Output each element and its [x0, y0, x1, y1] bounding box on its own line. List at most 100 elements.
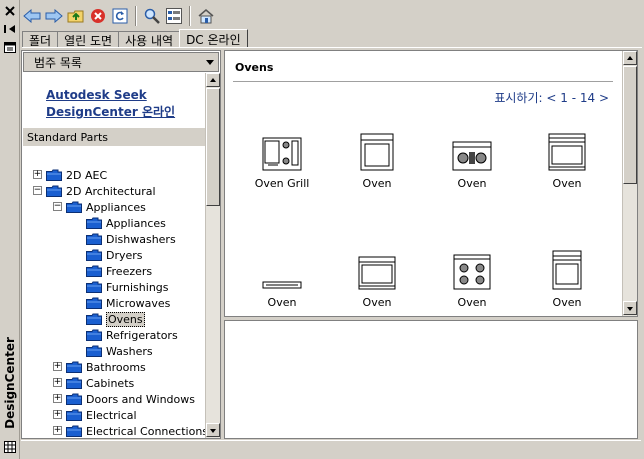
folder-icon	[66, 201, 82, 213]
tree-item[interactable]: Microwaves	[86, 295, 170, 311]
content-title: Ovens	[235, 61, 274, 74]
oven-burners-icon	[433, 246, 511, 290]
expand-icon[interactable]: +	[53, 362, 62, 371]
tree-item[interactable]: + Cabinets	[53, 375, 134, 391]
page-indicator: 표시하기: < 1 - 14 >	[494, 91, 609, 105]
preview-pane	[224, 320, 638, 439]
title-divider	[233, 81, 613, 82]
designcenter-online-link[interactable]: DesignCenter 온라인	[46, 104, 175, 121]
reload-icon[interactable]	[110, 6, 130, 26]
scroll-up-button[interactable]	[623, 51, 637, 65]
tree-item-label: Ovens	[106, 311, 145, 327]
status-bar	[21, 440, 641, 457]
close-icon[interactable]	[2, 4, 18, 18]
collapse-icon[interactable]: −	[53, 202, 62, 211]
content-item[interactable]: Oven	[338, 127, 416, 190]
tab-open-drawings[interactable]: 열린 도면	[57, 31, 120, 48]
content-item[interactable]: Oven Grill	[243, 127, 321, 190]
tree-item[interactable]: + Bathrooms	[53, 359, 146, 375]
tree-item[interactable]: − 2D Architectural	[33, 183, 156, 199]
tree-item-label: Electrical	[86, 408, 137, 422]
tree-item[interactable]: + Electrical Connections	[53, 423, 208, 439]
stop-icon[interactable]	[88, 6, 108, 26]
scroll-down-button[interactable]	[623, 301, 637, 315]
tree-item[interactable]: + Electrical	[53, 407, 137, 423]
content-item[interactable]: Oven	[433, 246, 511, 309]
folder-icon	[46, 169, 62, 181]
properties-icon[interactable]	[2, 40, 18, 54]
content-item[interactable]: Oven	[338, 246, 416, 309]
collapse-icon[interactable]: −	[33, 186, 42, 195]
folder-icon	[86, 265, 102, 277]
folder-icon	[46, 185, 62, 197]
content-item[interactable]: Oven	[243, 246, 321, 309]
content-scrollbar[interactable]	[622, 51, 637, 316]
content-item[interactable]: Oven	[433, 127, 511, 190]
oven-tall-icon	[528, 246, 606, 290]
toolbar-separator	[135, 6, 137, 26]
oven-panel-icon	[338, 246, 416, 290]
scroll-thumb[interactable]	[623, 66, 637, 184]
folder-icon	[66, 393, 82, 405]
content-panel: Ovens 표시하기: < 1 - 14 > Oven Grill Oven O…	[224, 50, 638, 317]
content-item[interactable]: Oven	[528, 246, 606, 309]
tree-item-label: 2D AEC	[66, 168, 108, 182]
arrow-left-icon[interactable]	[22, 6, 42, 26]
expand-icon[interactable]: +	[53, 426, 62, 435]
tree-item-label: Furnishings	[106, 280, 169, 294]
home-icon[interactable]	[196, 6, 216, 26]
grid-icon[interactable]	[2, 440, 18, 454]
folder-icon	[86, 329, 102, 341]
arrow-right-icon[interactable]	[44, 6, 64, 26]
tree-view-icon[interactable]	[164, 6, 184, 26]
tree-item-label: 2D Architectural	[66, 184, 156, 198]
oven-slim-icon	[243, 246, 321, 290]
tree-item[interactable]: − Appliances	[53, 199, 146, 215]
tree-item[interactable]: Freezers	[86, 263, 152, 279]
tab-dc-online[interactable]: DC 온라인	[179, 29, 248, 48]
folder-up-icon[interactable]	[66, 6, 86, 26]
oven-cooktop-icon	[433, 127, 511, 171]
tree-item[interactable]: Furnishings	[86, 279, 169, 295]
tree-item[interactable]: Refrigerators	[86, 327, 178, 343]
expand-icon[interactable]: +	[53, 378, 62, 387]
tree-item[interactable]: Washers	[86, 343, 153, 359]
autodesk-seek-link[interactable]: Autodesk Seek	[46, 87, 175, 104]
tree-item-label: Appliances	[86, 200, 146, 214]
scroll-up-button[interactable]	[206, 73, 220, 87]
folder-icon	[86, 233, 102, 245]
category-dropdown[interactable]: 범주 목록	[23, 52, 219, 72]
tree-item[interactable]: +2D AEC	[33, 167, 108, 183]
tree-item[interactable]: Appliances	[86, 215, 166, 231]
tree-item-label: Refrigerators	[106, 328, 178, 342]
folder-icon	[66, 425, 82, 437]
scroll-down-button[interactable]	[206, 423, 220, 437]
tree-scrollbar[interactable]	[205, 73, 220, 438]
auto-hide-icon[interactable]	[2, 22, 18, 36]
oven-range-icon	[528, 127, 606, 171]
tree-item[interactable]: + Doors and Windows	[53, 391, 195, 407]
expand-icon[interactable]: +	[53, 410, 62, 419]
folder-icon	[66, 377, 82, 389]
tree-item-label: Freezers	[106, 264, 153, 278]
content-item[interactable]: Oven	[528, 127, 606, 190]
tree-item[interactable]: Dishwashers	[86, 231, 176, 247]
oven-grill-icon	[243, 127, 321, 171]
expand-icon[interactable]: +	[33, 170, 42, 179]
search-icon[interactable]	[142, 6, 162, 26]
tab-folders[interactable]: 폴더	[22, 31, 59, 48]
tree-item[interactable]: Dryers	[86, 247, 143, 263]
page-range-link[interactable]: < 1 - 14 >	[546, 91, 609, 105]
tree-item-label: Microwaves	[106, 296, 171, 310]
folder-icon	[86, 313, 102, 325]
scroll-thumb[interactable]	[206, 88, 220, 206]
folder-icon	[86, 345, 102, 357]
tab-divider	[22, 47, 642, 48]
expand-icon[interactable]: +	[53, 394, 62, 403]
tab-history[interactable]: 사용 내역	[118, 31, 181, 48]
folder-icon	[86, 249, 102, 261]
folder-icon	[66, 361, 82, 373]
tree-item-label: Appliances	[106, 216, 166, 230]
tree-item[interactable]: Ovens	[86, 311, 145, 327]
title-strip: DesignCenter	[0, 0, 20, 459]
